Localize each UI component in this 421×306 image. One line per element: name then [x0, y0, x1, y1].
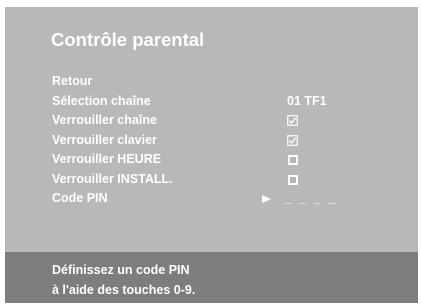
menu-item-pin-code[interactable]: Code PIN _ _ _ _ — [52, 189, 392, 209]
checkbox-checked-icon[interactable] — [287, 115, 298, 126]
menu-item-lock-channel[interactable]: Verrouiller chaîne — [52, 111, 392, 131]
page-title: Contrôle parental — [51, 29, 205, 50]
menu-item-label: Code PIN — [52, 191, 108, 205]
parental-control-menu: Retour Sélection chaîne 01 TF1 Verrouill… — [52, 72, 392, 209]
checkbox-empty-icon[interactable] — [288, 174, 298, 185]
selected-channel-value: 01 TF1 — [287, 93, 327, 108]
menu-item-channel-selection[interactable]: Sélection chaîne 01 TF1 — [52, 92, 392, 112]
checkbox-empty-icon[interactable] — [288, 155, 298, 165]
selection-arrow-icon — [262, 195, 271, 203]
help-text-line-2: à l'aide des touches 0-9. — [52, 283, 196, 297]
help-text-line-1: Définissez un code PIN — [52, 263, 190, 277]
menu-item-label: Verrouiller chaîne — [52, 113, 157, 127]
menu-item-lock-keypad[interactable]: Verrouiller clavier — [52, 131, 392, 151]
menu-item-lock-time[interactable]: Verrouiller HEURE — [52, 150, 392, 170]
menu-item-label: Retour — [52, 74, 93, 88]
menu-item-back[interactable]: Retour — [52, 72, 392, 92]
pin-code-input[interactable]: _ _ _ _ — [285, 189, 337, 209]
menu-item-label: Verrouiller clavier — [52, 132, 157, 147]
menu-item-label: Sélection chaîne — [52, 93, 151, 108]
menu-item-label: Verrouiller HEURE — [52, 152, 162, 166]
help-bar: Définissez un code PIN à l'aide des touc… — [5, 252, 418, 303]
menu-item-lock-install[interactable]: Verrouiller INSTALL. — [52, 170, 392, 190]
parental-control-screen: Contrôle parental Retour Sélection chaîn… — [5, 7, 418, 303]
menu-item-label: Verrouiller INSTALL. — [52, 171, 173, 186]
checkbox-checked-icon[interactable] — [287, 134, 298, 146]
